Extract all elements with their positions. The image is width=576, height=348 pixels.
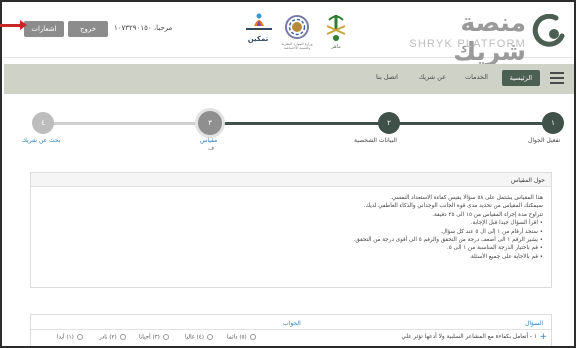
step-3-sub: ف [208, 145, 215, 152]
main-nav: الرئيسية الخدمات عن شريك اتصل بنا [4, 64, 574, 94]
about-line: تتراوح مدة إجراء المقياس من ١٥ الى ٢٥ دق… [432, 211, 543, 218]
step-4-circle: ٤ [32, 112, 54, 134]
option-often[interactable]: (٤) غالبا [185, 334, 213, 341]
browser-frame: منصة شريك SHRYK PLATFORM ماهر وزارة المو… [0, 0, 576, 348]
nav-item-services[interactable]: الخدمات [465, 73, 488, 81]
emblem-label: ماهر [331, 44, 341, 50]
step-2-label: البيانات الشخصية [354, 137, 397, 144]
radio-icon[interactable] [162, 334, 169, 340]
about-scale-body: هذا المقياس يشتمل على ٥٨ سؤالا يقيس كفاء… [31, 187, 551, 261]
questions-table: السؤال الجواب + ١ - أتعامل بكفاءة مع الم… [30, 314, 552, 346]
about-line: • يشير الرقم ١ الى أضعف درجة من التحقق و… [353, 237, 543, 244]
about-line: • قم بالاجابة على جميع الأسئلة. [469, 253, 543, 260]
hrdf-label: تمكين [247, 35, 269, 43]
brand-name-english: SHRYK PLATFORM [409, 38, 526, 50]
ministry-logo-icon [285, 15, 309, 39]
brand-name-arabic: منصة شريك [453, 8, 526, 66]
question-column-header: السؤال [525, 320, 543, 327]
about-line: • قم باختيار الدرجة المناسبة من ١ الى ٥. [446, 245, 543, 252]
menu-icon[interactable] [550, 72, 564, 84]
site-header: منصة شريك SHRYK PLATFORM ماهر وزارة المو… [2, 2, 574, 66]
notifications-button[interactable]: اشعارات [24, 21, 64, 37]
step-3-label[interactable]: مقياس [200, 137, 217, 144]
about-line: • ستجد أرقام من ١ إلى ال ٥ عند كل سؤال. [440, 228, 543, 235]
partner-logos: ماهر وزارة الموارد البشرية والتنمية الاج… [240, 12, 355, 50]
about-line: هذا المقياس يشتمل على ٥٨ سؤالا يقيس كفاء… [390, 195, 543, 201]
about-line: سيمكنك المقياس من تحديد مدى قوة الجانب ا… [363, 203, 543, 210]
step-3-circle: ٣ [198, 111, 222, 135]
nav-item-home[interactable]: الرئيسية [501, 70, 540, 86]
option-rarely[interactable]: (٢) نادر [99, 334, 126, 341]
brand-logo[interactable]: منصة شريك SHRYK PLATFORM [396, 6, 566, 66]
option-never[interactable]: (١) أبدا [57, 334, 83, 341]
expand-plus-icon[interactable]: + [539, 332, 547, 342]
welcome-text: مرحبا، ١٠٧٣٢٩٠١٥٠ [114, 24, 173, 32]
question-text: ١ - أتعامل بكفاءة مع المشاعر السلبية ولا… [401, 334, 537, 340]
registration-stepper: ١ تفعيل الجوال ٢ البيانات الشخصية ٣ مقيا… [2, 102, 574, 162]
saudi-emblem-icon [326, 15, 346, 41]
radio-icon[interactable] [119, 334, 126, 340]
radio-icon[interactable] [206, 334, 213, 340]
radio-icon[interactable] [76, 334, 83, 340]
step-1-circle: ١ [542, 112, 564, 134]
option-sometimes[interactable]: (٣) أحيانا [139, 334, 169, 341]
radio-icon[interactable] [249, 334, 256, 340]
nav-item-about[interactable]: عن شريك [419, 73, 446, 81]
about-scale-panel: حول المقياس هذا المقياس يشتمل على ٥٨ سؤا… [30, 172, 552, 288]
brand-mark-icon [532, 14, 565, 47]
hrdf-logo-icon [246, 13, 272, 30]
ministry-label: وزارة الموارد البشرية والتنمية الاجتماعي… [281, 42, 313, 50]
step-1-label: تفعيل الجوال [528, 137, 561, 144]
nav-item-contact[interactable]: اتصل بنا [376, 73, 398, 81]
option-always[interactable]: (٥) دائما [227, 334, 256, 341]
table-divider [31, 329, 551, 330]
logout-button[interactable]: خروج [68, 21, 108, 37]
step-4-label[interactable]: بحث عن شريك [22, 137, 60, 144]
step-2-circle: ٢ [378, 112, 400, 134]
about-scale-title: حول المقياس [31, 173, 551, 187]
annotation-arrow [0, 24, 22, 27]
annotation-arrow-head-icon [20, 20, 27, 30]
about-line: • اقرأ السؤال جيدا قبل الإجابة. [470, 220, 543, 227]
answer-column-header: الجواب [283, 320, 301, 327]
